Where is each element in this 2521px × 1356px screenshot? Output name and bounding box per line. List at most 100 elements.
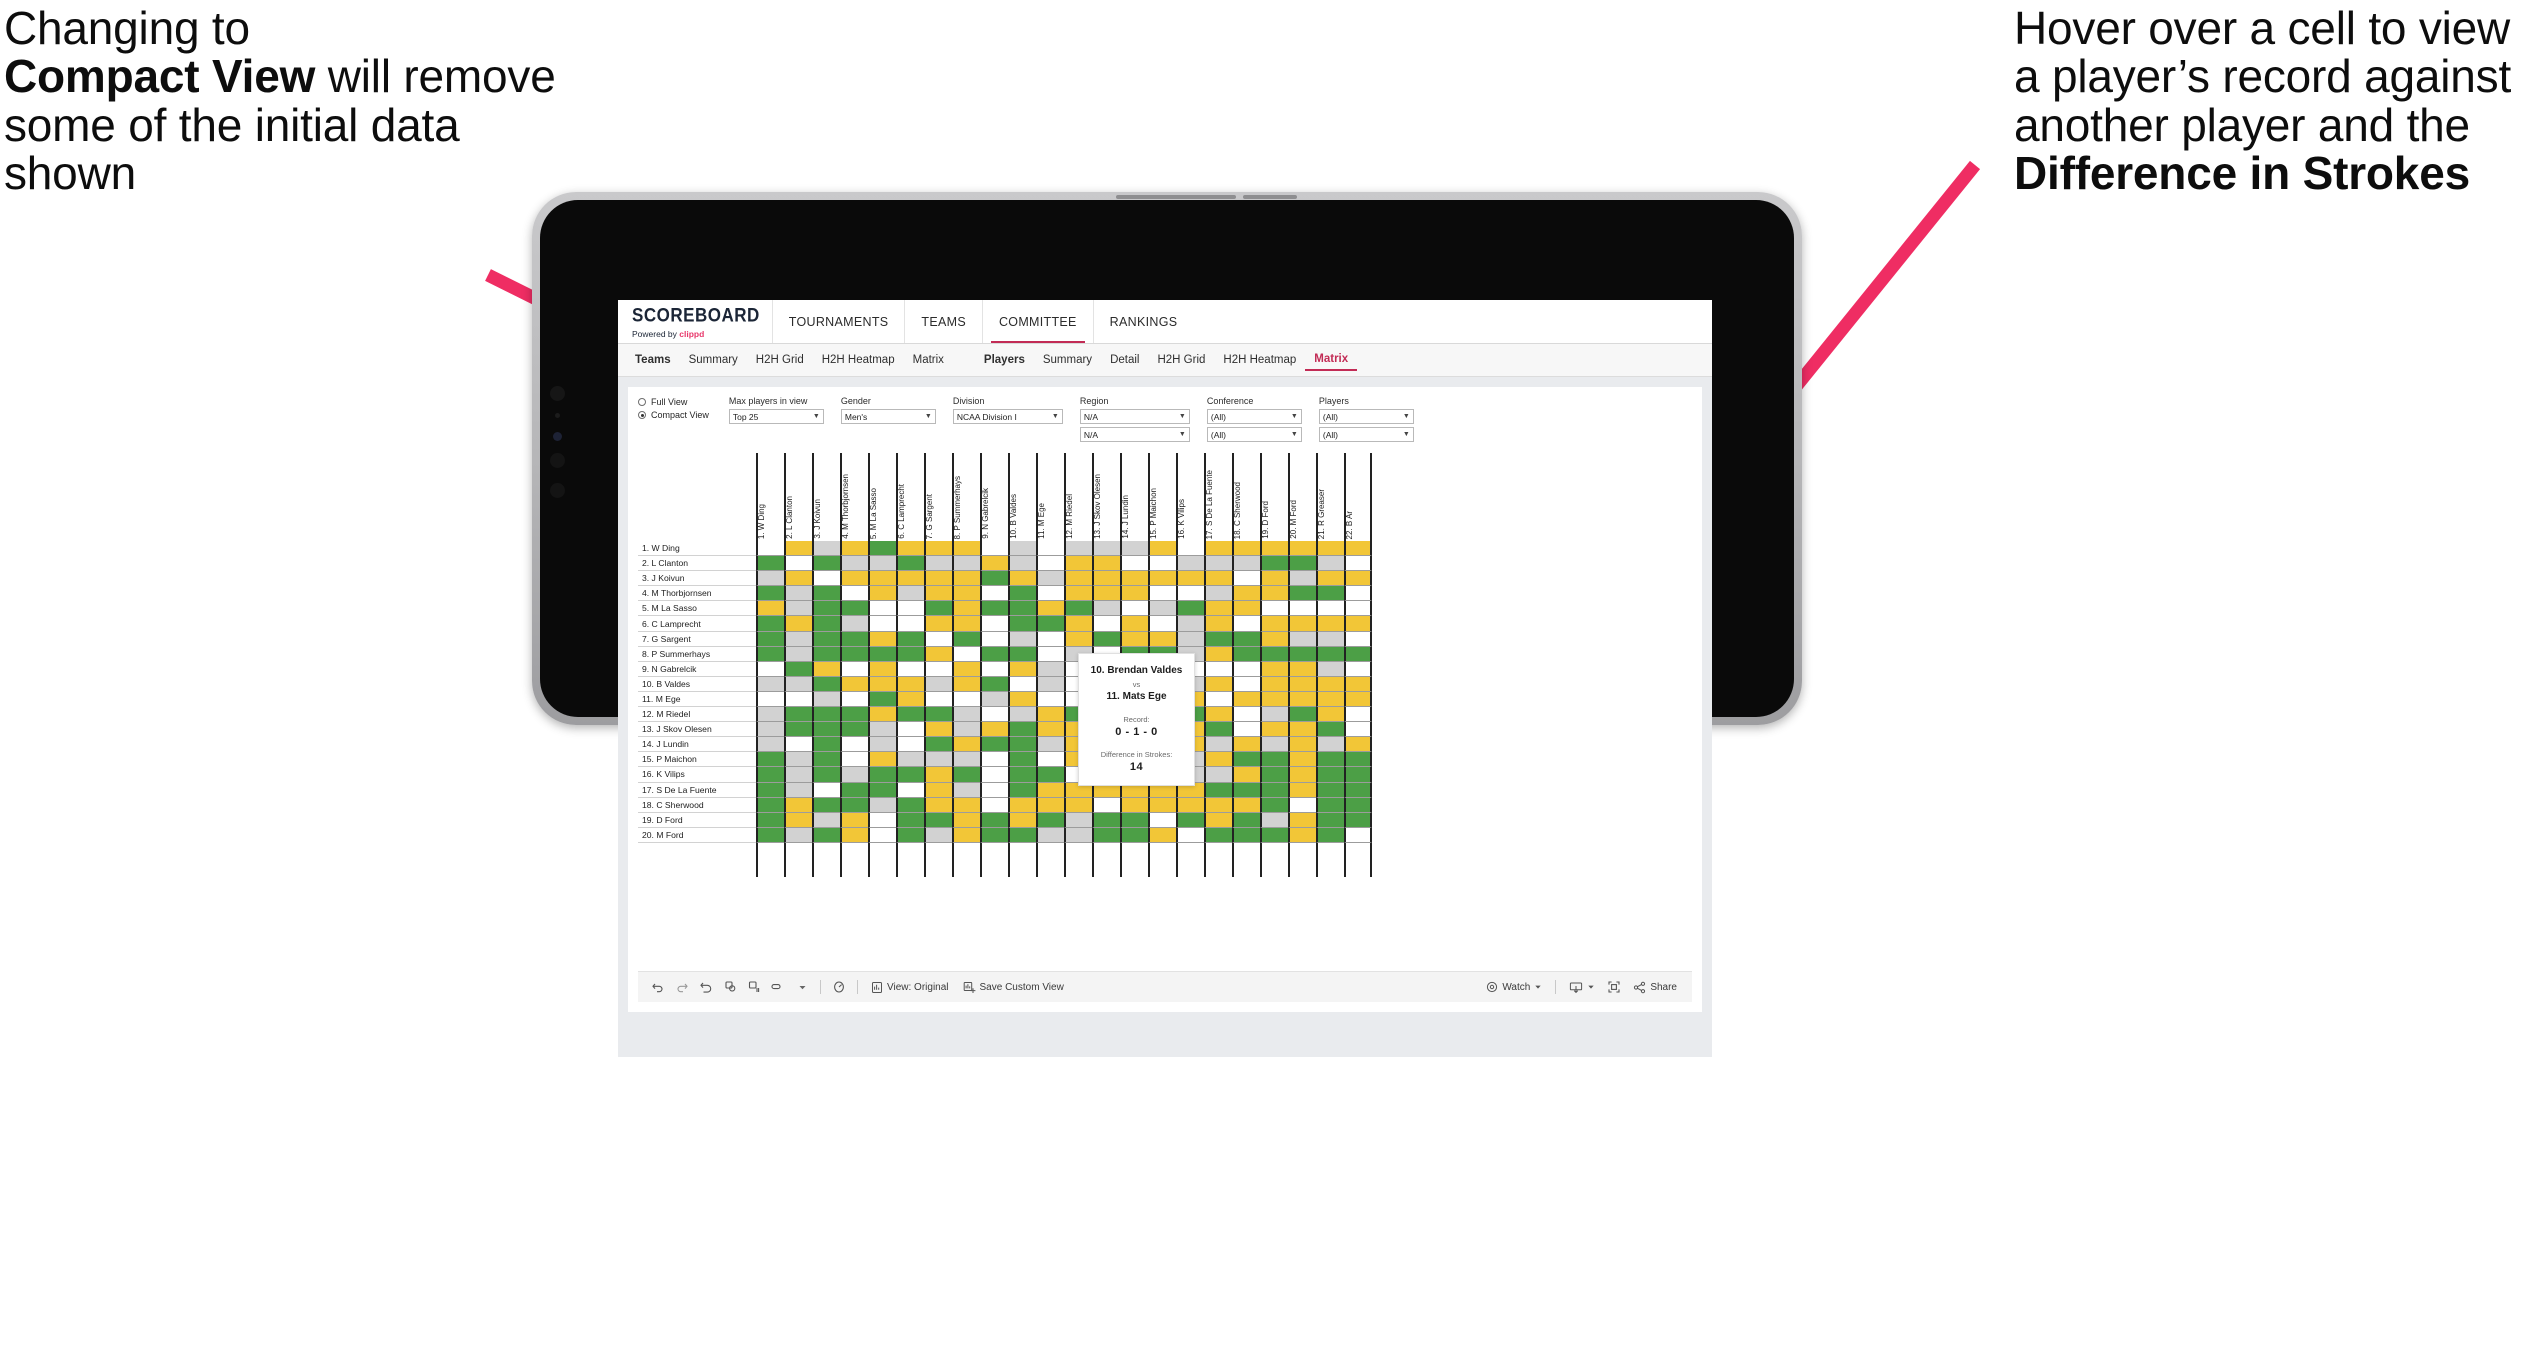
matrix-cell[interactable] — [980, 556, 1008, 572]
matrix-cell[interactable] — [840, 541, 868, 557]
matrix-cell[interactable] — [924, 631, 952, 647]
matrix-cell[interactable] — [1288, 571, 1316, 587]
matrix-cell[interactable] — [840, 827, 868, 843]
matrix-cell[interactable] — [1036, 767, 1064, 783]
matrix-cell[interactable] — [1120, 812, 1148, 828]
matrix-cell[interactable] — [1008, 767, 1036, 783]
matrix-cell[interactable] — [1036, 752, 1064, 768]
matrix-cell[interactable] — [1344, 616, 1372, 632]
matrix-cell[interactable] — [980, 707, 1008, 723]
matrix-cell[interactable] — [896, 556, 924, 572]
matrix-cell[interactable] — [812, 722, 840, 738]
matrix-cell[interactable] — [896, 691, 924, 708]
matrix-cell[interactable] — [1288, 631, 1316, 647]
matrix-cell[interactable] — [1344, 722, 1372, 738]
matrix-cell[interactable] — [1344, 661, 1372, 677]
matrix-cell[interactable] — [896, 601, 924, 617]
matrix-cell[interactable] — [1204, 691, 1232, 708]
matrix-cell[interactable] — [924, 586, 952, 602]
matrix-cell[interactable] — [980, 752, 1008, 768]
matrix-cell[interactable] — [952, 541, 980, 557]
matrix-cell[interactable] — [952, 737, 980, 753]
subtab-teams-matrix[interactable]: Matrix — [904, 350, 953, 370]
matrix-cell[interactable] — [784, 707, 812, 723]
matrix-cell[interactable] — [896, 827, 924, 843]
matrix-cell[interactable] — [924, 827, 952, 843]
matrix-cell[interactable] — [1344, 586, 1372, 602]
matrix-cell[interactable] — [1316, 827, 1344, 843]
matrix-cell[interactable] — [1204, 737, 1232, 753]
matrix-cell[interactable] — [784, 571, 812, 587]
matrix-cell[interactable] — [1204, 767, 1232, 783]
matrix-cell[interactable] — [896, 722, 924, 738]
matrix-cell[interactable] — [1344, 767, 1372, 783]
caret-down-icon[interactable] — [790, 975, 814, 999]
matrix-cell[interactable] — [1260, 586, 1288, 602]
matrix-cell[interactable] — [1036, 676, 1064, 692]
matrix-cell[interactable] — [1204, 797, 1232, 813]
matrix-cell[interactable] — [1204, 676, 1232, 692]
undo-icon[interactable] — [646, 975, 670, 999]
matrix-cell[interactable] — [1316, 541, 1344, 557]
matrix-cell[interactable] — [812, 767, 840, 783]
matrix-cell[interactable] — [952, 616, 980, 632]
matrix-cell[interactable] — [1036, 722, 1064, 738]
matrix-cell[interactable] — [784, 601, 812, 617]
matrix-cell[interactable] — [1260, 797, 1288, 813]
matrix-cell[interactable] — [1260, 601, 1288, 617]
radio-compact-view[interactable]: Compact View — [638, 410, 709, 420]
matrix-cell[interactable] — [840, 556, 868, 572]
matrix-cell[interactable] — [1120, 616, 1148, 632]
matrix-cell[interactable] — [1232, 541, 1260, 557]
matrix-cell[interactable] — [1008, 797, 1036, 813]
matrix-cell[interactable] — [980, 797, 1008, 813]
matrix-cell[interactable] — [1036, 541, 1064, 557]
filter-players-select[interactable]: (All) ▼ — [1318, 409, 1414, 424]
matrix-cell[interactable] — [1008, 571, 1036, 587]
matrix-cell[interactable] — [812, 556, 840, 572]
matrix-cell[interactable] — [1232, 752, 1260, 768]
matrix-cell[interactable] — [784, 541, 812, 557]
matrix-cell[interactable] — [1092, 556, 1120, 572]
matrix-cell[interactable] — [896, 541, 924, 557]
matrix-cell[interactable] — [1092, 797, 1120, 813]
matrix-cell[interactable] — [1148, 827, 1176, 843]
matrix-cell[interactable] — [1148, 631, 1176, 647]
matrix-cell[interactable] — [952, 797, 980, 813]
matrix-cell[interactable] — [896, 812, 924, 828]
matrix-cell[interactable] — [1288, 722, 1316, 738]
matrix-cell[interactable] — [1092, 571, 1120, 587]
matrix-cell[interactable] — [1232, 767, 1260, 783]
matrix-cell[interactable] — [812, 812, 840, 828]
matrix-cell[interactable] — [756, 827, 784, 843]
matrix-cell[interactable] — [952, 556, 980, 572]
matrix-cell[interactable] — [980, 661, 1008, 677]
subtab-players-matrix[interactable]: Matrix — [1305, 349, 1358, 371]
matrix-cell[interactable] — [1260, 691, 1288, 708]
matrix-cell[interactable] — [1064, 571, 1092, 587]
matrix-cell[interactable] — [1008, 616, 1036, 632]
matrix-cell[interactable] — [1148, 556, 1176, 572]
matrix-cell[interactable] — [980, 767, 1008, 783]
matrix-cell[interactable] — [1204, 616, 1232, 632]
matrix-cell[interactable] — [1316, 722, 1344, 738]
nav-teams[interactable]: TEAMS — [904, 300, 982, 343]
matrix-cell[interactable] — [896, 676, 924, 692]
matrix-cell[interactable] — [1204, 646, 1232, 662]
matrix-cell[interactable] — [1344, 737, 1372, 753]
matrix-cell[interactable] — [868, 752, 896, 768]
subtab-teams-h2h-grid[interactable]: H2H Grid — [747, 350, 813, 370]
filter-max-players-select[interactable]: Top 25 ▼ — [728, 409, 824, 424]
matrix-cell[interactable] — [1148, 601, 1176, 617]
watch-button[interactable]: Watch — [1479, 981, 1549, 993]
matrix-cell[interactable] — [756, 691, 784, 708]
matrix-cell[interactable] — [1008, 586, 1036, 602]
matrix-cell[interactable] — [980, 541, 1008, 557]
matrix-cell[interactable] — [1176, 616, 1204, 632]
matrix-cell[interactable] — [784, 631, 812, 647]
matrix-cell[interactable] — [1204, 827, 1232, 843]
matrix-cell[interactable] — [1064, 631, 1092, 647]
redo-icon[interactable] — [670, 975, 694, 999]
matrix-cell[interactable] — [924, 722, 952, 738]
subtab-players[interactable]: Players — [975, 350, 1034, 370]
